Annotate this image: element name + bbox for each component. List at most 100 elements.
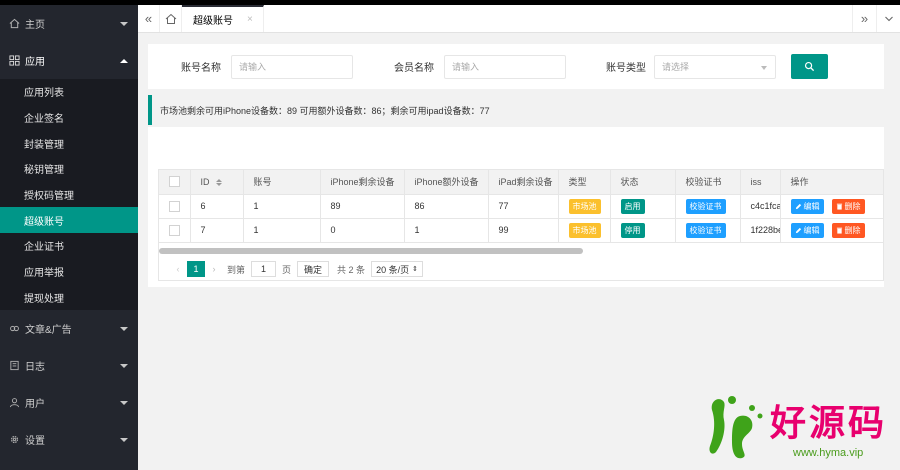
edit-label: 编辑 bbox=[803, 225, 820, 235]
verify-cert-button[interactable]: 校验证书 bbox=[685, 222, 726, 238]
sidebar: 主页 应用 应用列表 企业签名 封装管理 秘钥管理 授权码管理 超级账号 企业证… bbox=[0, 5, 138, 470]
column-header-id[interactable]: ID bbox=[190, 170, 244, 195]
sidebar-item-label: 应用 bbox=[25, 57, 45, 68]
pencil-icon bbox=[795, 227, 801, 233]
sidebar-item-home[interactable]: 主页 bbox=[0, 5, 138, 42]
status-badge[interactable]: 停用 bbox=[620, 222, 645, 238]
verify-cert-button[interactable]: 校验证书 bbox=[685, 198, 726, 214]
sidebar-item-settings[interactable]: 设置 bbox=[0, 421, 138, 458]
sidebar-item-enterprise-sign[interactable]: 企业签名 bbox=[0, 105, 138, 131]
edit-button[interactable]: 编辑 bbox=[790, 222, 824, 238]
cell-ipad-left: 77 bbox=[488, 194, 559, 219]
search-button[interactable] bbox=[791, 54, 828, 79]
edit-button[interactable]: 编辑 bbox=[790, 198, 824, 214]
next-page-icon[interactable]: › bbox=[205, 264, 223, 274]
chevron-down-icon bbox=[120, 363, 128, 368]
cell-iphone-left: 0 bbox=[320, 218, 405, 243]
home-tab-icon[interactable] bbox=[160, 5, 182, 32]
account-name-input[interactable]: 请输入 bbox=[231, 54, 353, 79]
cell-cert: 校验证书 bbox=[675, 218, 741, 243]
page-size-select[interactable]: 20 条/页 ⇕ bbox=[371, 261, 423, 277]
table-header-row: ID 账号 iPhone剩余设备 iPhone额外设备 iPad剩余设备 类型 … bbox=[159, 170, 883, 195]
delete-label: 删除 bbox=[844, 201, 861, 211]
cell-iphone-left: 89 bbox=[320, 194, 405, 219]
pencil-icon bbox=[795, 203, 801, 209]
goto-confirm-button[interactable]: 确定 bbox=[297, 261, 330, 277]
delete-button[interactable]: 删除 bbox=[831, 198, 865, 214]
log-icon bbox=[8, 360, 20, 372]
chevron-down-icon bbox=[120, 400, 128, 405]
data-table: ID 账号 iPhone剩余设备 iPhone额外设备 iPad剩余设备 类型 … bbox=[158, 169, 884, 281]
delete-button[interactable]: 删除 bbox=[831, 222, 865, 238]
account-type-label: 账号类型 bbox=[606, 63, 646, 74]
search-icon bbox=[804, 61, 815, 72]
trash-icon bbox=[836, 203, 842, 210]
chevron-down-icon bbox=[120, 326, 128, 331]
horizontal-scrollbar[interactable] bbox=[159, 248, 583, 254]
scroll-right-icon[interactable]: » bbox=[852, 5, 876, 32]
row-checkbox[interactable] bbox=[169, 200, 180, 212]
account-type-select[interactable]: 请选择 bbox=[654, 54, 776, 79]
cell-actions: 编辑 删除 bbox=[780, 194, 883, 219]
sort-icon[interactable] bbox=[215, 178, 222, 186]
column-header-actions: 操作 bbox=[780, 170, 883, 195]
column-header-status: 状态 bbox=[610, 170, 676, 195]
sidebar-item-app-report[interactable]: 应用举报 bbox=[0, 259, 138, 285]
sidebar-item-auth-code[interactable]: 授权码管理 bbox=[0, 182, 138, 208]
chevron-updown-icon: ⇕ bbox=[412, 266, 418, 273]
cell-account: 1 bbox=[243, 194, 321, 219]
cell-status: 停用 bbox=[610, 218, 676, 243]
cell-cert: 校验证书 bbox=[675, 194, 741, 219]
sidebar-item-users[interactable]: 用户 bbox=[0, 384, 138, 421]
edit-label: 编辑 bbox=[803, 201, 820, 211]
type-badge: 市场池 bbox=[568, 198, 601, 214]
column-header-iphone-left: iPhone剩余设备 bbox=[320, 170, 405, 195]
sidebar-item-apps[interactable]: 应用 bbox=[0, 42, 138, 79]
cell-account: 1 bbox=[243, 218, 321, 243]
sidebar-item-label: 主页 bbox=[25, 20, 45, 31]
member-name-label: 会员名称 bbox=[394, 63, 434, 74]
chevron-down-icon[interactable] bbox=[876, 5, 900, 32]
member-name-input[interactable]: 请输入 bbox=[444, 54, 566, 79]
sidebar-item-articles[interactable]: 文章&广告 bbox=[0, 310, 138, 347]
column-header-account: 账号 bbox=[243, 170, 321, 195]
sidebar-item-super-account[interactable]: 超级账号 bbox=[0, 207, 138, 234]
sidebar-item-package[interactable]: 封装管理 bbox=[0, 130, 138, 156]
goto-page-input[interactable]: 1 bbox=[251, 261, 277, 277]
select-all-checkbox[interactable] bbox=[169, 176, 180, 188]
sidebar-item-secret-key[interactable]: 秘钥管理 bbox=[0, 156, 138, 182]
status-badge[interactable]: 启用 bbox=[620, 198, 645, 214]
chevron-down-icon bbox=[761, 65, 767, 70]
cell-iphone-extra: 1 bbox=[404, 218, 489, 243]
column-header-iss: iss bbox=[740, 170, 781, 195]
column-header-cert: 校验证书 bbox=[675, 170, 741, 195]
column-header-label: ID bbox=[200, 176, 210, 187]
total-count: 共 2 条 bbox=[337, 264, 366, 275]
row-select-cell bbox=[159, 194, 191, 219]
sidebar-item-label: 日志 bbox=[25, 362, 45, 374]
collapse-left-icon[interactable]: « bbox=[138, 5, 160, 32]
cell-iss: c4c1fca bbox=[740, 194, 781, 219]
sidebar-item-withdraw[interactable]: 提现处理 bbox=[0, 285, 138, 311]
sidebar-item-app-list[interactable]: 应用列表 bbox=[0, 79, 138, 105]
sidebar-item-enterprise-cert[interactable]: 企业证书 bbox=[0, 233, 138, 259]
tab-label: 超级账号 bbox=[193, 16, 233, 27]
watermark-url: www.hyma.vip bbox=[793, 447, 864, 459]
tab-super-account[interactable]: 超级账号 × bbox=[182, 5, 264, 32]
close-icon[interactable]: × bbox=[247, 14, 253, 25]
chevron-down-icon bbox=[120, 437, 128, 442]
column-header-ipad-left: iPad剩余设备 bbox=[488, 170, 559, 195]
pool-notice: 市场池剩余可用iPhone设备数：89 可用额外设备数：86；剩余可用ipad设… bbox=[148, 95, 884, 125]
sidebar-item-logs[interactable]: 日志 bbox=[0, 347, 138, 384]
row-checkbox[interactable] bbox=[169, 224, 180, 236]
page-unit-label: 页 bbox=[282, 264, 292, 275]
delete-label: 删除 bbox=[844, 225, 861, 235]
tab-bar: « 超级账号 × » bbox=[138, 5, 900, 33]
home-icon bbox=[8, 18, 20, 30]
cell-status: 启用 bbox=[610, 194, 676, 219]
table-panel: ID 账号 iPhone剩余设备 iPhone额外设备 iPad剩余设备 类型 … bbox=[148, 127, 884, 287]
current-page-button[interactable]: 1 bbox=[187, 261, 205, 277]
pagination: ‹ 1 › 到第 1 页 确定 共 2 条 20 条/页 ⇕ bbox=[169, 258, 423, 280]
prev-page-icon[interactable]: ‹ bbox=[169, 264, 187, 274]
column-header-type: 类型 bbox=[558, 170, 611, 195]
